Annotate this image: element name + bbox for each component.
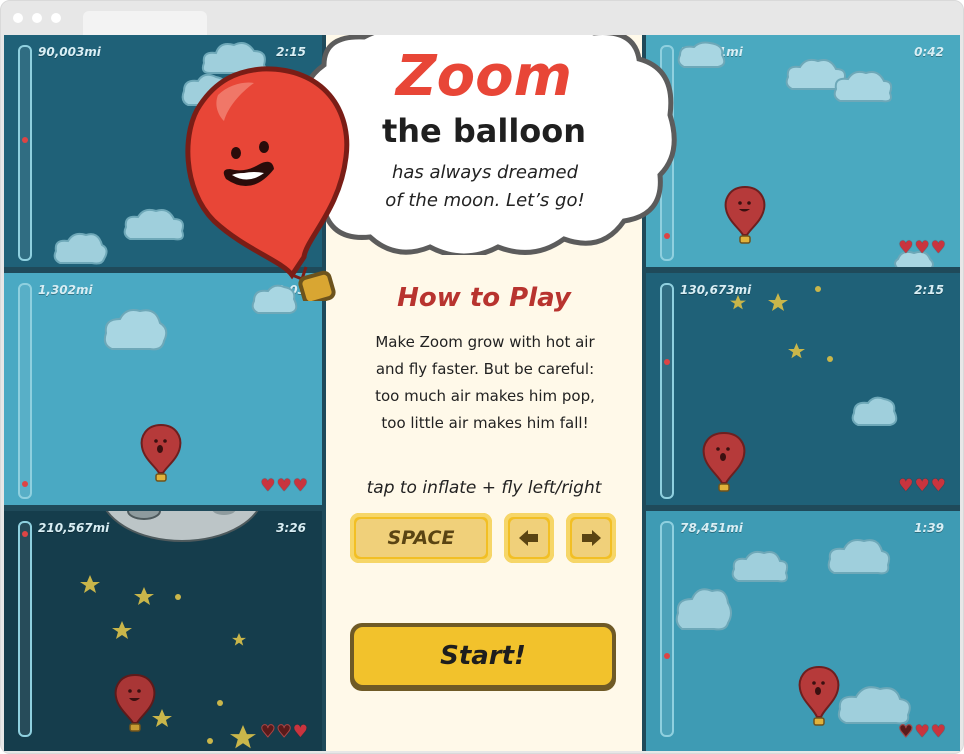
how-to-play-text: Make Zoom grow with hot air and fly fast… bbox=[342, 329, 628, 437]
cloud-icon bbox=[731, 550, 789, 583]
altitude-marker bbox=[664, 359, 670, 365]
heart-icon: ♥ bbox=[930, 238, 946, 258]
lives-hearts: ♥ ♥ ♥ bbox=[898, 722, 946, 742]
stars-decor bbox=[730, 286, 833, 362]
time-readout: 2:15 bbox=[914, 283, 944, 297]
distance-readout: 78,451mi bbox=[680, 521, 743, 535]
instruction-line: Make Zoom grow with hot air bbox=[375, 333, 595, 351]
start-button-face: Start! bbox=[354, 627, 612, 685]
arrow-left-icon bbox=[519, 530, 538, 546]
heart-icon: ♥ bbox=[276, 476, 292, 496]
heart-icon: ♥ bbox=[914, 476, 930, 496]
heart-empty-icon: ♥ bbox=[276, 722, 292, 742]
time-readout: 1:39 bbox=[914, 521, 944, 535]
heart-icon: ♥ bbox=[914, 238, 930, 258]
tagline: has always dreamed of the moon. Let’s go… bbox=[360, 159, 610, 215]
lives-hearts: ♥ ♥ ♥ bbox=[260, 478, 308, 495]
balloon-icon bbox=[798, 665, 840, 726]
panel-bottom-right: 78,451mi 1:39 ♥ ♥ ♥ bbox=[646, 511, 960, 751]
space-key-label: SPACE bbox=[387, 527, 455, 549]
start-button-label: Start! bbox=[440, 641, 526, 671]
arrow-right-icon bbox=[582, 530, 601, 546]
heart-empty-icon: ♥ bbox=[898, 722, 914, 742]
zoom-balloon-icon bbox=[185, 66, 350, 301]
instruction-line: too much air makes him pop, bbox=[375, 387, 595, 405]
panel-middle-right: 130,673mi 2:15 ♥ ♥ ♥ bbox=[646, 273, 960, 505]
browser-window: 90,003mi 2:15 1,302mi 0:03 ♥♥♥ 210,567mi… bbox=[0, 0, 964, 754]
air-meter bbox=[660, 521, 674, 737]
heart-icon: ♥ bbox=[898, 476, 914, 496]
lives-hearts: ♥ ♥ ♥ bbox=[260, 722, 308, 742]
air-meter bbox=[18, 45, 32, 261]
game-title: Zoom bbox=[396, 44, 572, 109]
heart-icon: ♥ bbox=[898, 238, 914, 258]
lives-hearts: ♥ ♥ ♥ bbox=[898, 240, 946, 257]
instruction-line: too little air makes him fall! bbox=[381, 414, 589, 432]
distance-readout: 210,567mi bbox=[38, 521, 110, 535]
controls-caption: tap to inflate + fly left/right bbox=[366, 478, 602, 498]
balloon-icon bbox=[702, 431, 746, 492]
game-stage: 90,003mi 2:15 1,302mi 0:03 ♥♥♥ 210,567mi… bbox=[4, 35, 960, 751]
how-to-play-heading: How to Play bbox=[397, 283, 571, 313]
window-dot[interactable] bbox=[51, 13, 61, 23]
heart-empty-icon: ♥ bbox=[260, 722, 276, 742]
panel-bottom-left: 210,567mi 3:26 ♥ ♥ ♥ bbox=[4, 511, 322, 751]
right-key-button[interactable] bbox=[566, 513, 616, 563]
balloon-icon bbox=[114, 673, 156, 732]
heart-icon: ♥ bbox=[930, 476, 946, 496]
cloud-icon bbox=[53, 232, 108, 265]
heart-icon: ♥ bbox=[292, 476, 308, 496]
left-key-button[interactable] bbox=[504, 513, 554, 563]
start-button[interactable]: Start! bbox=[350, 623, 616, 691]
air-meter bbox=[660, 283, 674, 499]
heart-icon: ♥ bbox=[292, 722, 308, 742]
air-meter bbox=[18, 521, 32, 737]
time-readout: 0:42 bbox=[914, 45, 944, 59]
altitude-marker bbox=[664, 653, 670, 659]
window-dot[interactable] bbox=[32, 13, 42, 23]
panel-top-right: 14,601mi 0:42 ♥♥♥ bbox=[646, 35, 960, 267]
cloud-icon bbox=[677, 41, 726, 68]
balloon-icon bbox=[724, 185, 766, 244]
balloon-icon bbox=[140, 423, 182, 482]
air-meter bbox=[18, 283, 32, 499]
distance-readout: 90,003mi bbox=[38, 45, 101, 59]
cloud-icon bbox=[675, 588, 732, 631]
panel-middle-left: 1,302mi 0:03 ♥♥♥ bbox=[4, 273, 322, 505]
moon-icon bbox=[105, 511, 259, 542]
distance-readout: 1,302mi bbox=[38, 283, 93, 297]
game-subtitle: the balloon bbox=[381, 112, 587, 150]
browser-tab[interactable] bbox=[83, 11, 207, 35]
altitude-marker bbox=[22, 531, 28, 537]
cloud-icon bbox=[833, 70, 893, 103]
lives-hearts: ♥ ♥ ♥ bbox=[898, 478, 946, 495]
window-dot[interactable] bbox=[13, 13, 23, 23]
tagline-line: of the moon. Let’s go! bbox=[385, 190, 585, 211]
heart-icon: ♥ bbox=[930, 722, 946, 742]
heart-icon: ♥ bbox=[914, 722, 930, 742]
heart-icon: ♥ bbox=[260, 476, 276, 496]
cloud-icon bbox=[827, 539, 891, 575]
cloud-icon bbox=[851, 396, 898, 426]
tagline-line: has always dreamed bbox=[391, 162, 579, 183]
altitude-marker bbox=[22, 481, 28, 487]
space-key-button[interactable]: SPACE bbox=[350, 513, 492, 563]
time-readout: 3:26 bbox=[276, 521, 306, 535]
cloud-icon bbox=[103, 309, 168, 351]
browser-chrome bbox=[1, 1, 963, 35]
instruction-line: and fly faster. But be careful: bbox=[375, 360, 595, 378]
altitude-marker bbox=[22, 137, 28, 143]
